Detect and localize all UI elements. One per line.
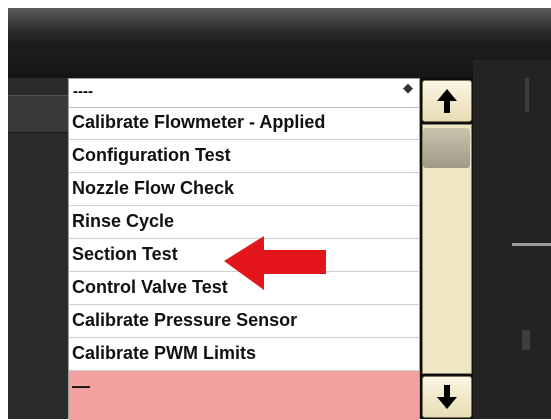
list-item[interactable]: Calibrate Pressure Sensor <box>69 305 419 338</box>
left-panel-strip <box>8 95 70 133</box>
red-pointer-arrow-icon <box>224 236 326 290</box>
screen: ---- ◆ Calibrate Flowmeter - Applied Con… <box>0 0 551 420</box>
list-item[interactable]: Configuration Test <box>69 140 419 173</box>
list-item-highlighted[interactable]: — <box>69 371 419 420</box>
right-panel-mark <box>522 330 530 350</box>
list-item[interactable]: Calibrate Flowmeter - Applied <box>69 107 419 140</box>
right-panel-mark <box>525 78 529 112</box>
selected-value: ---- <box>73 83 93 100</box>
top-bar <box>8 8 551 48</box>
list-item[interactable]: Calibrate PWM Limits <box>69 338 419 371</box>
scroll-down-button[interactable] <box>422 376 472 418</box>
up-arrow-icon <box>437 89 457 113</box>
down-arrow-icon <box>437 385 457 409</box>
right-panel <box>473 60 551 419</box>
up-down-chevron-icon: ◆ <box>403 80 413 95</box>
list-item[interactable]: Nozzle Flow Check <box>69 173 419 206</box>
select-current-value[interactable]: ---- ◆ <box>69 79 419 108</box>
scrollbar[interactable] <box>420 78 473 419</box>
right-panel-dash <box>512 243 551 246</box>
scroll-thumb[interactable] <box>423 128 470 168</box>
scroll-up-button[interactable] <box>422 80 472 122</box>
